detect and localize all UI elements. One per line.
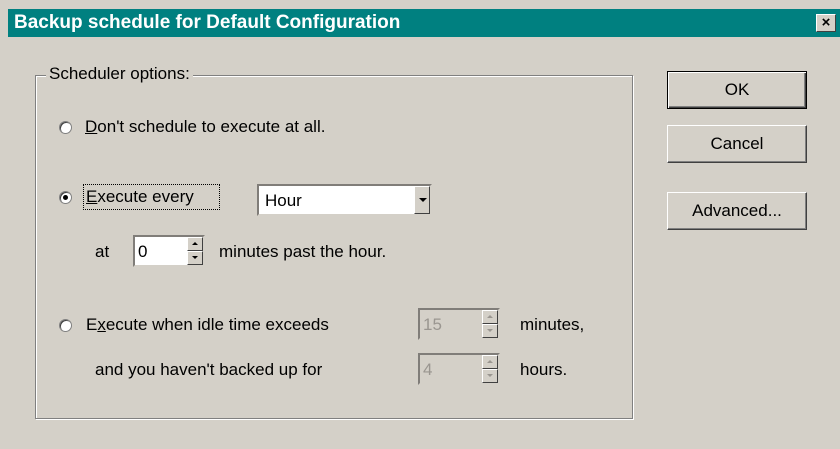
close-button[interactable]: × — [816, 14, 836, 32]
interval-value: Hour — [265, 191, 302, 210]
idle-hours-suffix: hours. — [520, 360, 568, 379]
spin-down-icon[interactable] — [482, 369, 498, 383]
advanced-button[interactable]: Advanced... — [667, 192, 807, 230]
spin-up-icon[interactable] — [482, 310, 498, 324]
radio-selected-dot — [63, 195, 68, 200]
dont-schedule-label[interactable]: Don't schedule to execute at all. — [85, 117, 325, 137]
interval-combobox[interactable]: Hour — [257, 184, 432, 216]
spin-up-icon[interactable] — [187, 237, 203, 251]
idle-minutes-value: 15 — [423, 315, 442, 334]
cancel-button[interactable]: Cancel — [667, 125, 807, 163]
execute-every-label[interactable]: Execute every — [86, 187, 194, 207]
window-title: Backup schedule for Default Configuratio… — [14, 12, 401, 33]
idle-label[interactable]: Execute when idle time exceeds — [86, 315, 329, 335]
close-icon: × — [821, 14, 831, 31]
idle-radio[interactable] — [59, 319, 72, 332]
spin-up-icon[interactable] — [482, 355, 498, 369]
minutes-spinner[interactable]: 0 — [133, 235, 205, 267]
title-bar[interactable]: Backup schedule for Default Configuratio… — [8, 9, 840, 37]
idle-minutes-suffix: minutes, — [520, 315, 585, 334]
dont-schedule-radio[interactable] — [59, 121, 72, 134]
idle-minutes-spinner[interactable]: 15 — [418, 308, 500, 340]
spin-down-icon[interactable] — [482, 324, 498, 338]
minutes-past-label: minutes past the hour. — [219, 242, 387, 261]
ok-button[interactable]: OK — [667, 71, 807, 109]
scheduler-options-label: Scheduler options: — [46, 64, 193, 84]
idle-hours-value: 4 — [423, 360, 433, 379]
at-label: at — [95, 242, 110, 261]
idle-hours-spinner[interactable]: 4 — [418, 353, 500, 385]
spin-down-icon[interactable] — [187, 251, 203, 265]
backup-label: and you haven't backed up for — [95, 360, 323, 379]
backup-schedule-dialog: Backup schedule for Default Configuratio… — [0, 0, 840, 449]
execute-every-radio[interactable] — [59, 191, 72, 204]
minutes-value[interactable]: 0 — [138, 242, 147, 262]
chevron-down-icon[interactable] — [414, 186, 430, 214]
